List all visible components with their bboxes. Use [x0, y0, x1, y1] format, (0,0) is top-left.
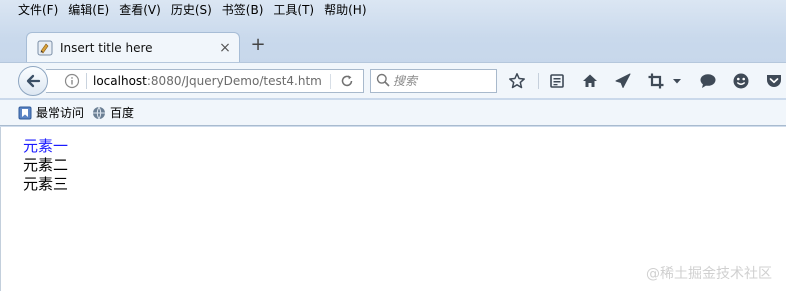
search-icon — [376, 73, 390, 90]
element-list: 元素一 元素二 元素三 — [23, 137, 68, 194]
tab-active[interactable]: Insert title here × — [26, 32, 240, 62]
home-icon[interactable] — [578, 69, 602, 93]
back-button[interactable] — [18, 66, 48, 96]
close-icon[interactable]: × — [217, 40, 233, 56]
search-input[interactable] — [390, 74, 483, 88]
address-bar[interactable]: localhost:8080/JqueryDemo/test4.htm — [46, 69, 364, 93]
toolbar-icons — [505, 69, 786, 93]
search-box[interactable] — [370, 69, 497, 93]
url-text[interactable]: localhost:8080/JqueryDemo/test4.htm — [93, 74, 339, 88]
pocket-icon[interactable] — [762, 69, 786, 93]
menu-history[interactable]: 历史(S) — [171, 1, 212, 18]
menu-bookmarks[interactable]: 书签(B) — [222, 1, 264, 18]
menu-help[interactable]: 帮助(H) — [324, 1, 366, 18]
globe-icon — [92, 106, 106, 120]
navigation-bar: localhost:8080/JqueryDemo/test4.htm — [0, 62, 786, 98]
info-icon[interactable] — [64, 73, 80, 89]
bookmarks-toolbar: 最常访问 百度 — [0, 100, 786, 126]
dropdown-icon[interactable] — [670, 69, 684, 93]
watermark: @稀土掘金技术社区 — [646, 266, 772, 282]
element-one-text: 元素一 — [23, 137, 69, 155]
url-divider — [86, 73, 87, 89]
bookmark-most-visited[interactable]: 最常访问 — [18, 104, 84, 121]
new-tab-button[interactable]: + — [249, 36, 267, 54]
tab-strip: Insert title here × + — [0, 27, 786, 62]
reading-list-icon[interactable] — [545, 69, 569, 93]
bookmark-label: 百度 — [110, 106, 135, 120]
crop-icon[interactable] — [644, 69, 668, 93]
page-content: 元素一 元素二 元素三 @稀土掘金技术社区 — [0, 127, 786, 291]
send-icon[interactable] — [611, 69, 635, 93]
reload-icon[interactable] — [339, 73, 355, 89]
tab-title: Insert title here — [60, 40, 153, 55]
document-icon — [37, 40, 53, 56]
reload-divider — [330, 74, 331, 89]
chat-icon[interactable] — [696, 69, 720, 93]
url-host: localhost — [93, 74, 147, 88]
url-path: :8080/JqueryDemo/test4.htm — [146, 74, 322, 88]
smiley-icon[interactable] — [729, 69, 753, 93]
menu-tools[interactable]: 工具(T) — [273, 1, 314, 18]
element-two-text: 元素二 — [23, 156, 69, 174]
menu-bar: 文件(F) 编辑(E) 查看(V) 历史(S) 书签(B) 工具(T) 帮助(H… — [0, 0, 786, 19]
star-icon[interactable] — [505, 69, 529, 93]
bookmark-baidu[interactable]: 百度 — [92, 104, 134, 121]
menu-view[interactable]: 查看(V) — [119, 1, 161, 18]
menu-edit[interactable]: 编辑(E) — [68, 1, 109, 18]
browser-chrome: 文件(F) 编辑(E) 查看(V) 历史(S) 书签(B) 工具(T) 帮助(H… — [0, 0, 786, 127]
bookmark-label: 最常访问 — [36, 106, 85, 120]
element-three-text: 元素三 — [23, 175, 69, 193]
bookmark-icon — [18, 106, 32, 120]
back-arrow-icon — [26, 74, 41, 88]
toolbar-divider — [538, 73, 539, 89]
menu-file[interactable]: 文件(F) — [18, 1, 58, 18]
